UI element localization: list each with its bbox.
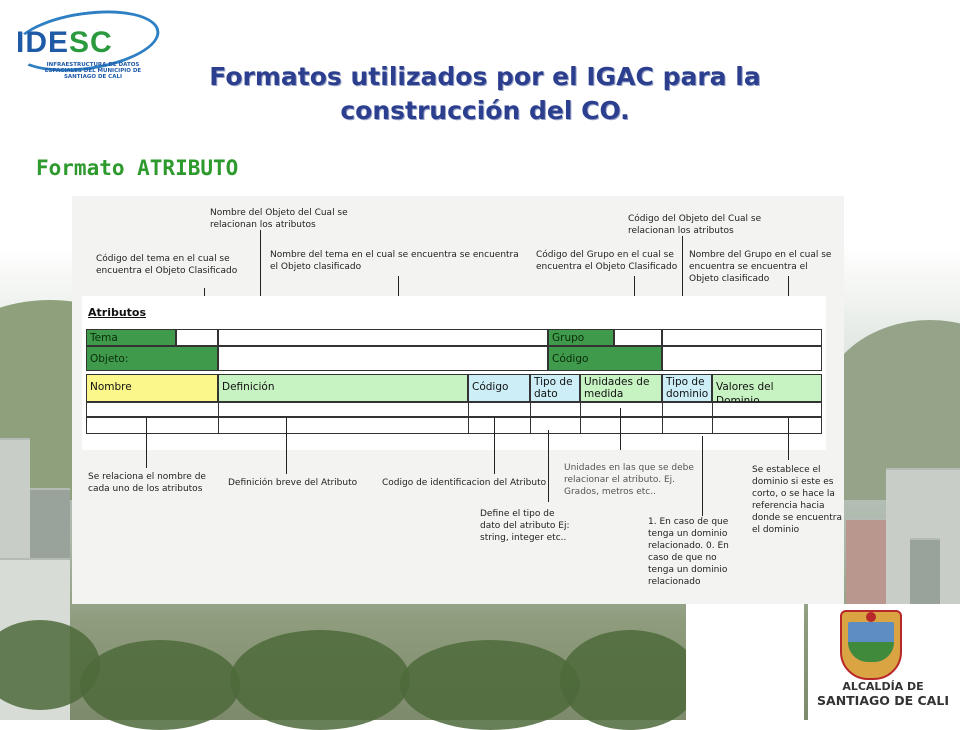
col-valores-dominio: Valores del Dominio [712, 374, 822, 407]
grupo-name-cell [662, 329, 822, 346]
atributo-form-figure: Nombre del Objeto del Cual se relacionan… [72, 196, 844, 604]
col-unidades: Unidades de medida [580, 374, 662, 402]
objeto-label-cell: Objeto: [86, 346, 218, 371]
col-tipo-dominio-line1: Tipo de [666, 376, 705, 388]
idesc-logo: IDESC INFRAESTRUCTURA DE DATOS ESPACIALE… [8, 1, 164, 81]
note-nombre-tema: Nombre del tema en el cual se encuentra … [270, 250, 519, 272]
note-nombre-objeto: Nombre del Objeto del Cual se relacionan… [210, 208, 348, 230]
col-codigo: Código [468, 374, 530, 402]
note-nombre: Se relaciona el nombre de cada uno de lo… [88, 472, 206, 494]
note-tipo-dominio: 1. En caso de que tenga un dominio relac… [648, 517, 729, 587]
col-tipo-dominio-line2: dominio [666, 388, 709, 400]
note-codigo-objeto: Código del Objeto del Cual se relacionan… [628, 214, 762, 236]
connector-nombre [146, 418, 147, 468]
col-tipo-dato-line1: Tipo de [534, 376, 573, 388]
note-tipo-dato: Define el tipo de dato del atributo Ej: … [480, 509, 570, 543]
col-unidades-line2: medida [584, 388, 624, 400]
note-unidades: Unidades en las que se debe relacionar e… [564, 463, 694, 497]
logo-text-sc: SC [69, 26, 113, 59]
logo-text-ide: IDE [16, 26, 70, 59]
grid-line [218, 402, 219, 434]
tema-name-cell [218, 329, 548, 346]
grid-line [712, 402, 713, 434]
tema-code-cell [176, 329, 218, 346]
seal-line-2: SANTIAGO DE CALI [817, 693, 949, 708]
grid-line [662, 402, 663, 434]
coat-of-arms-icon [840, 610, 902, 680]
note-definicion: Definición breve del Atributo [228, 478, 358, 488]
grupo-code-cell [614, 329, 662, 346]
col-unidades-line1: Unidades de [584, 376, 650, 388]
form-title: Atributos [88, 306, 147, 319]
objeto-name-cell [218, 346, 548, 371]
col-tipo-dominio: Tipo de dominio [662, 374, 712, 402]
slide-subtitle: Formato ATRIBUTO [36, 156, 239, 180]
shield-hill [848, 642, 894, 662]
logo-subtitle: INFRAESTRUCTURA DE DATOS ESPACIALES DEL … [44, 62, 142, 80]
codigo-value-cell [662, 346, 822, 371]
col-definicion: Definición [218, 374, 468, 402]
grid-line [580, 402, 581, 434]
note-nombre-grupo: Nombre del Grupo en el cual se encuentra… [689, 250, 832, 284]
grid-line [468, 402, 469, 434]
connector-tipo-dato [548, 430, 549, 502]
connector-codigo [494, 418, 495, 474]
title-line-1: Formatos utilizados por el IGAC para la [209, 62, 761, 91]
slide-title: Formatos utilizados por el IGAC para la … [160, 60, 810, 128]
grupo-label-cell: Grupo [548, 329, 614, 346]
grid-line [530, 402, 531, 434]
connector-definicion [286, 418, 287, 474]
connector-valores-dominio [788, 418, 789, 460]
tema-label-cell: Tema [86, 329, 176, 346]
seal-line-1: ALCALDÍA DE [842, 680, 924, 693]
alcaldia-seal: ALCALDÍA DE SANTIAGO DE CALI [808, 604, 960, 720]
note-valores-dominio: Se establece el dominio si este es corto… [752, 465, 842, 535]
logo-wordmark: IDESC [16, 26, 113, 60]
title-line-2: construcción del CO. [340, 96, 630, 125]
connector-unidades [620, 408, 621, 450]
codigo-label-cell: Código [548, 346, 662, 371]
note-codigo-tema: Código del tema en el cual se encuentra … [96, 254, 238, 276]
note-codigo-grupo: Código del Grupo en el cual se encuentra… [536, 250, 678, 272]
col-tipo-dato-line2: dato [534, 388, 558, 400]
col-nombre: Nombre [86, 374, 218, 402]
col-tipo-dato: Tipo de dato [530, 374, 580, 402]
note-codigo: Codigo de identificacion del Atributo [382, 478, 547, 488]
shield-crest [866, 612, 876, 622]
blank-panel [686, 604, 804, 720]
